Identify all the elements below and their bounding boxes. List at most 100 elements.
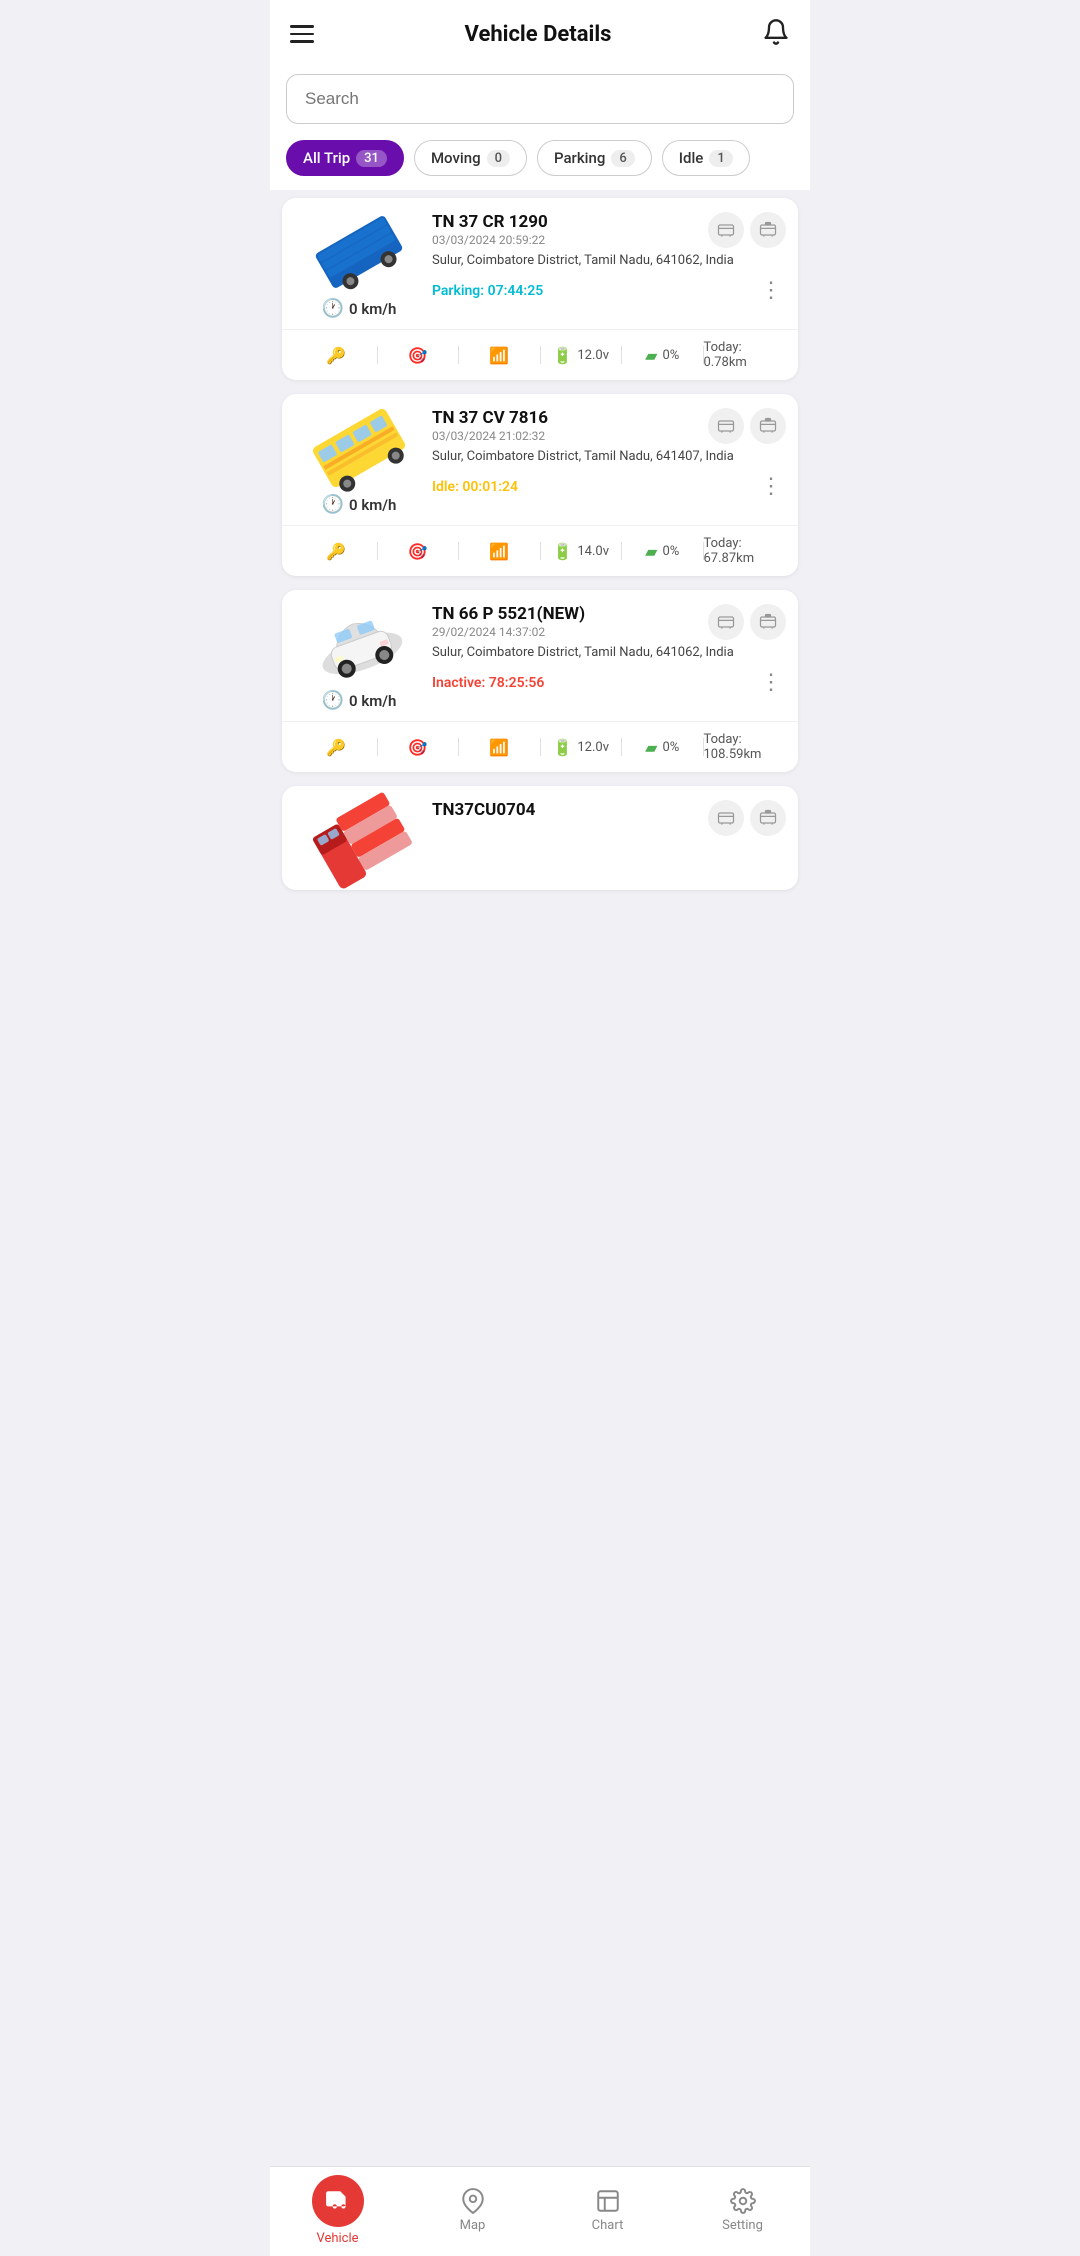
footer-target[interactable]: 🎯 (378, 738, 459, 757)
vehicle-card-footer: 🔑 🎯 📶 🔋 14.0v ▰ 0% Today: 67.87km (282, 525, 798, 576)
target-icon: 🎯 (408, 542, 428, 561)
vehicle-thumbnail (304, 800, 414, 880)
footer-target[interactable]: 🎯 (378, 542, 459, 561)
vehicle-status: Inactive: 78:25:56 (432, 675, 544, 691)
vehicle-date: 03/03/2024 21:02:32 (432, 429, 548, 443)
filter-idle[interactable]: Idle 1 (662, 140, 750, 176)
footer-voltage: 🔋 12.0v (541, 346, 622, 365)
vehicle-park-button[interactable] (750, 212, 786, 248)
vehicle-view-button[interactable] (708, 212, 744, 248)
bottom-nav: Vehicle Map Chart Setting (270, 2166, 810, 2256)
vehicle-status-row: Parking: 07:44:25 ⋮ (432, 274, 786, 307)
filter-tabs: All Trip 31 Moving 0 Parking 6 Idle 1 (270, 140, 810, 190)
page-title: Vehicle Details (465, 22, 612, 47)
vehicle-speed: 🕐 0 km/h (322, 690, 397, 711)
vehicle-image-section: 🕐 0 km/h (294, 408, 424, 515)
filter-all-trip[interactable]: All Trip 31 (286, 140, 404, 176)
vehicle-status-row: Idle: 00:01:24 ⋮ (432, 470, 786, 503)
more-options-button[interactable]: ⋮ (756, 666, 786, 699)
vehicle-view-button[interactable] (708, 408, 744, 444)
vehicle-status: Parking: 07:44:25 (432, 283, 543, 299)
setting-icon (730, 2188, 756, 2214)
vehicle-park-button[interactable] (750, 408, 786, 444)
vehicle-park-button[interactable] (750, 604, 786, 640)
filter-parking[interactable]: Parking 6 (537, 140, 652, 176)
vehicle-location: Sulur, Coimbatore District, Tamil Nadu, … (432, 644, 786, 662)
footer-today-km: Today: 0.78km (704, 340, 785, 370)
key-icon: 🔑 (326, 542, 346, 561)
map-icon (460, 2188, 486, 2214)
vehicle-date: 03/03/2024 20:59:22 (432, 233, 548, 247)
vehicle-info: TN 66 P 5521(NEW) 29/02/2024 14:37:02 Su… (432, 604, 786, 711)
header: Vehicle Details (270, 0, 810, 64)
footer-today-km: Today: 108.59km (704, 732, 785, 762)
vehicle-view-button[interactable] (708, 604, 744, 640)
vehicle-id: TN37CU0704 (432, 800, 535, 820)
footer-battery: ▰ 0% (622, 542, 703, 561)
footer-battery: ▰ 0% (622, 346, 703, 365)
vehicle-thumbnail (304, 604, 414, 684)
vehicle-id: TN 66 P 5521(NEW) (432, 604, 585, 624)
filter-moving[interactable]: Moving 0 (414, 140, 527, 176)
signal-icon: 📶 (489, 346, 509, 365)
nav-map[interactable]: Map (405, 2188, 540, 2233)
footer-voltage: 🔋 14.0v (541, 542, 622, 561)
menu-icon[interactable] (290, 25, 314, 43)
signal-icon: 📶 (489, 738, 509, 757)
footer-key[interactable]: 🔑 (296, 542, 377, 561)
footer-key[interactable]: 🔑 (296, 346, 377, 365)
target-icon: 🎯 (408, 738, 428, 757)
vehicle-date: 29/02/2024 14:37:02 (432, 625, 585, 639)
vehicle-list: 🕐 0 km/h TN 37 CR 1290 03/03/2024 20:59:… (270, 190, 810, 2256)
vehicle-info: TN37CU0704 (432, 800, 786, 880)
vehicle-card: 🕐 0 km/h TN 37 CR 1290 03/03/2024 20:59:… (282, 198, 798, 380)
footer-signal[interactable]: 📶 (459, 738, 540, 757)
vehicle-id: TN 37 CR 1290 (432, 212, 548, 232)
vehicle-card: 🕐 0 km/h TN 66 P 5521(NEW) 29/02/2024 14… (282, 590, 798, 772)
notification-icon[interactable] (762, 18, 790, 50)
vehicle-location: Sulur, Coimbatore District, Tamil Nadu, … (432, 448, 786, 466)
vehicle-action-icons (708, 212, 786, 248)
more-options-button[interactable]: ⋮ (756, 274, 786, 307)
footer-target[interactable]: 🎯 (378, 346, 459, 365)
nav-setting[interactable]: Setting (675, 2188, 810, 2233)
target-icon: 🎯 (408, 346, 428, 365)
vehicle-status-row: Inactive: 78:25:56 ⋮ (432, 666, 786, 699)
nav-vehicle-label: Vehicle (316, 2231, 358, 2246)
nav-map-label: Map (460, 2218, 486, 2233)
footer-signal[interactable]: 📶 (459, 346, 540, 365)
more-options-button[interactable]: ⋮ (756, 470, 786, 503)
search-input[interactable] (286, 74, 794, 124)
nav-vehicle[interactable]: Vehicle (270, 2175, 405, 2246)
footer-signal[interactable]: 📶 (459, 542, 540, 561)
vehicle-nav-icon (312, 2175, 364, 2227)
footer-today-km: Today: 67.87km (704, 536, 785, 566)
vehicle-image-section: 🕐 0 km/h (294, 212, 424, 319)
vehicle-park-button[interactable] (750, 800, 786, 836)
vehicle-info: TN 37 CR 1290 03/03/2024 20:59:22 Sulur,… (432, 212, 786, 319)
vehicle-action-icons (708, 604, 786, 640)
footer-voltage: 🔋 12.0v (541, 738, 622, 757)
nav-chart[interactable]: Chart (540, 2188, 675, 2233)
search-section (270, 64, 810, 140)
vehicle-image-section (294, 800, 424, 880)
vehicle-image-section: 🕐 0 km/h (294, 604, 424, 711)
footer-battery: ▰ 0% (622, 738, 703, 757)
vehicle-card: 🕐 0 km/h TN 37 CV 7816 03/03/2024 21:02:… (282, 394, 798, 576)
vehicle-id: TN 37 CV 7816 (432, 408, 548, 428)
key-icon: 🔑 (326, 738, 346, 757)
chart-icon (595, 2188, 621, 2214)
vehicle-action-icons (708, 408, 786, 444)
vehicle-card: TN37CU0704 (282, 786, 798, 890)
vehicle-thumbnail (304, 408, 414, 488)
key-icon: 🔑 (326, 346, 346, 365)
vehicle-location: Sulur, Coimbatore District, Tamil Nadu, … (432, 252, 786, 270)
vehicle-status: Idle: 00:01:24 (432, 479, 518, 495)
nav-chart-label: Chart (592, 2218, 624, 2233)
vehicle-action-icons (708, 800, 786, 836)
nav-setting-label: Setting (722, 2218, 763, 2233)
vehicle-info: TN 37 CV 7816 03/03/2024 21:02:32 Sulur,… (432, 408, 786, 515)
vehicle-view-button[interactable] (708, 800, 744, 836)
footer-key[interactable]: 🔑 (296, 738, 377, 757)
signal-icon: 📶 (489, 542, 509, 561)
